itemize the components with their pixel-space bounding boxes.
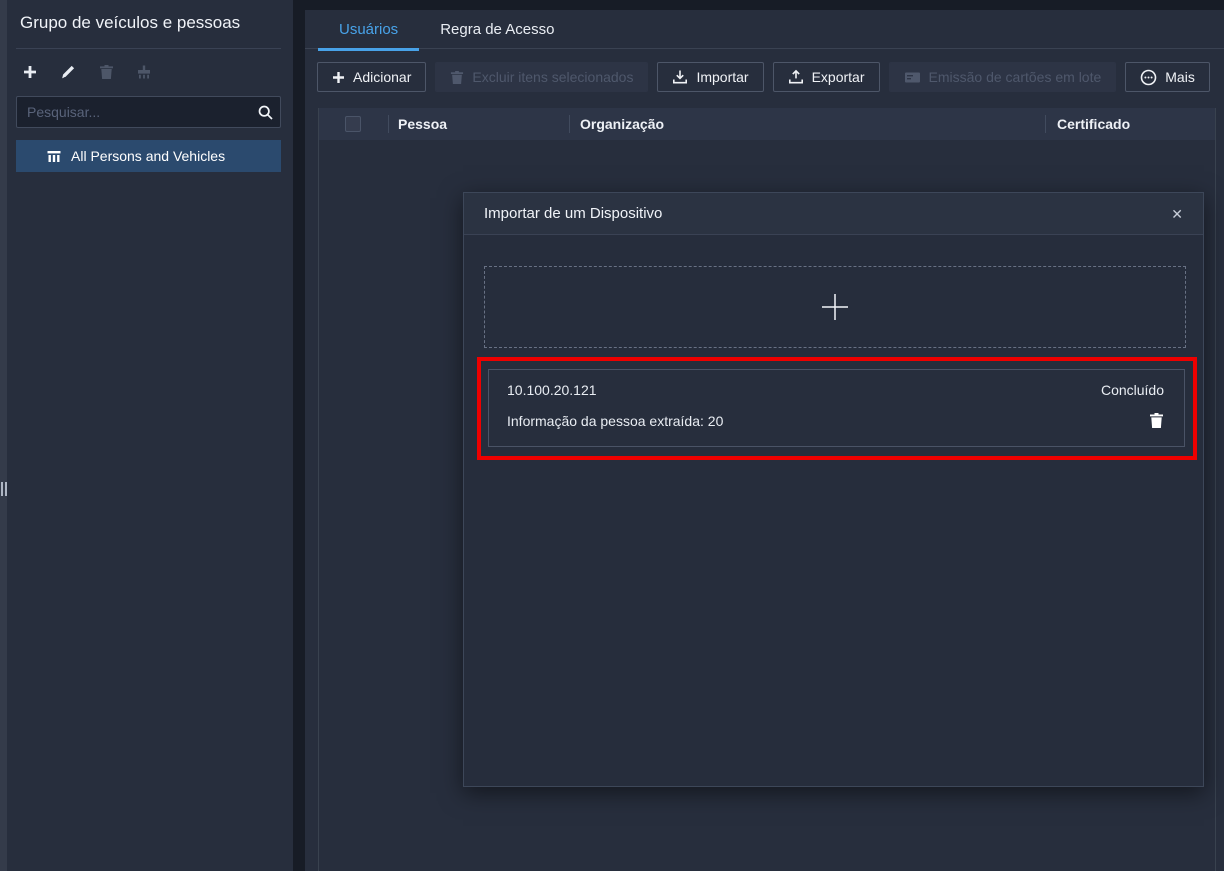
pencil-icon <box>60 64 76 80</box>
delete-group-button[interactable] <box>96 62 116 82</box>
table-header-pessoa: Pessoa <box>388 108 569 140</box>
more-button-label: Mais <box>1165 69 1195 85</box>
trash-icon <box>99 64 114 80</box>
imported-device-item: 10.100.20.121 Concluído Informação da pe… <box>488 369 1185 447</box>
column-label-certificado: Certificado <box>1057 116 1130 132</box>
dialog-header: Importar de um Dispositivo ✕ <box>464 193 1203 235</box>
search-icon[interactable] <box>250 104 280 121</box>
main-panel: Usuários Regra de Acesso Adicionar Exclu… <box>305 10 1224 871</box>
add-button-label: Adicionar <box>353 69 411 85</box>
trash-icon <box>450 70 464 85</box>
card-icon <box>904 70 921 85</box>
export-button[interactable]: Exportar <box>773 62 880 92</box>
sidebar-title: Grupo de veículos e pessoas <box>20 13 240 33</box>
panel-collapse-strip <box>0 0 7 871</box>
delete-device-button[interactable] <box>1149 412 1164 429</box>
table-header-organizacao: Organização <box>569 108 1045 140</box>
delete-selected-label: Excluir itens selecionados <box>472 69 633 85</box>
tree-item-all-persons-vehicles[interactable]: All Persons and Vehicles <box>16 140 281 172</box>
device-row-bottom: Informação da pessoa extraída: 20 <box>507 412 1164 429</box>
device-extract-detail: Informação da pessoa extraída: 20 <box>507 413 723 429</box>
tab-usuarios-label: Usuários <box>339 21 398 38</box>
plus-icon <box>819 291 851 323</box>
tab-bar: Usuários Regra de Acesso <box>305 10 1224 49</box>
search-input[interactable] <box>17 104 250 120</box>
table-header-row: Pessoa Organização Certificado <box>319 108 1215 140</box>
trash-icon <box>1149 412 1164 429</box>
tab-regra-de-acesso[interactable]: Regra de Acesso <box>419 10 575 49</box>
organization-icon <box>46 149 62 164</box>
actions-toolbar: Adicionar Excluir itens selecionados Imp… <box>317 62 1210 92</box>
tab-usuarios[interactable]: Usuários <box>318 10 419 49</box>
batch-card-issue-button[interactable]: Emissão de cartões em lote <box>889 62 1117 92</box>
sidebar-search <box>16 96 281 128</box>
plus-icon <box>332 71 345 84</box>
more-button[interactable]: Mais <box>1125 62 1210 92</box>
device-row-top: 10.100.20.121 Concluído <box>507 382 1164 398</box>
column-label-organizacao: Organização <box>580 116 664 132</box>
divider <box>16 48 281 49</box>
column-label-pessoa: Pessoa <box>398 116 447 132</box>
sidebar-toolbar <box>20 62 154 82</box>
tab-regra-label: Regra de Acesso <box>440 21 554 38</box>
batch-card-issue-label: Emissão de cartões em lote <box>929 69 1102 85</box>
clear-group-button[interactable] <box>134 62 154 82</box>
import-button-label: Importar <box>696 69 748 85</box>
plus-icon <box>22 64 38 80</box>
import-from-device-dialog: Importar de um Dispositivo ✕ 10.100.20.1… <box>463 192 1204 787</box>
close-icon[interactable]: ✕ <box>1171 207 1183 221</box>
more-icon <box>1140 69 1157 86</box>
device-ip: 10.100.20.121 <box>507 382 597 398</box>
delete-selected-button[interactable]: Excluir itens selecionados <box>435 62 648 92</box>
dialog-title: Importar de um Dispositivo <box>484 205 1171 222</box>
collapse-handle-icon[interactable] <box>0 481 7 497</box>
select-all-checkbox[interactable] <box>345 116 361 132</box>
device-status-badge: Concluído <box>1101 382 1164 398</box>
add-device-dropzone[interactable] <box>484 266 1186 348</box>
table-header-certificado: Certificado <box>1045 108 1215 140</box>
tree-item-label: All Persons and Vehicles <box>71 148 225 164</box>
export-button-label: Exportar <box>812 69 865 85</box>
edit-group-button[interactable] <box>58 62 78 82</box>
add-group-button[interactable] <box>20 62 40 82</box>
add-button[interactable]: Adicionar <box>317 62 426 92</box>
brush-icon <box>136 64 152 80</box>
group-sidebar: Grupo de veículos e pessoas <box>7 0 293 871</box>
export-icon <box>788 69 804 85</box>
table-header-checkbox-cell <box>319 108 388 140</box>
import-icon <box>672 69 688 85</box>
import-button[interactable]: Importar <box>657 62 763 92</box>
